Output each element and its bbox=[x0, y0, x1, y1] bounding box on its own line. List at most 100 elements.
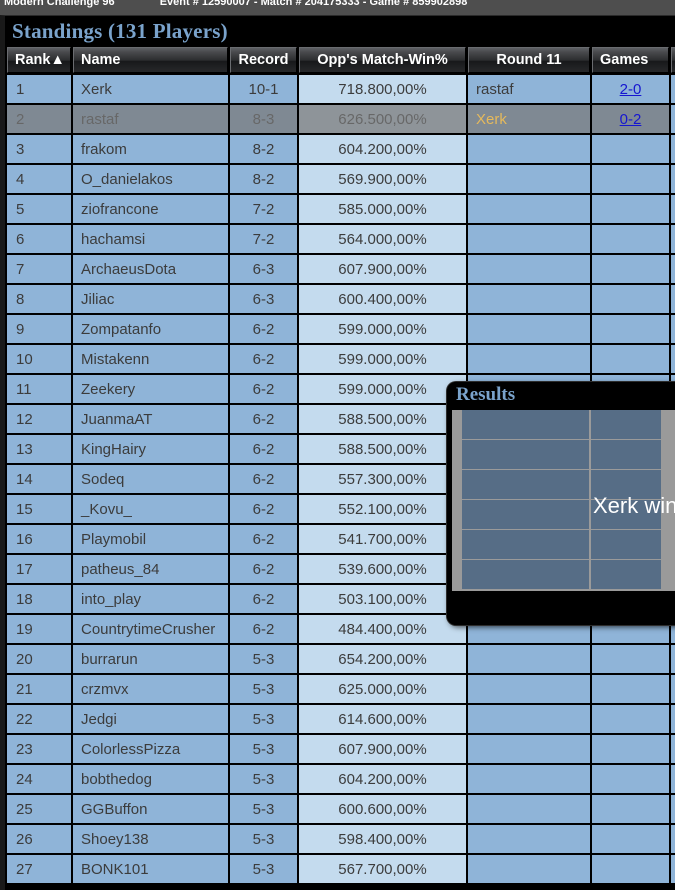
cell-opp-match-win: 625.000,00% bbox=[299, 675, 466, 703]
cell-opp-match-win: 626.500,00% bbox=[299, 105, 466, 133]
cell-record: 6-2 bbox=[230, 345, 297, 373]
cell-games bbox=[592, 345, 669, 373]
cell-filler bbox=[671, 315, 675, 343]
results-cell-2 bbox=[462, 410, 589, 439]
column-header-games[interactable]: Games bbox=[592, 47, 669, 73]
cell-rank: 21 bbox=[7, 675, 71, 703]
table-row[interactable]: 5 ziofrancone 7-2 585.000,00% bbox=[7, 195, 675, 223]
results-row bbox=[452, 440, 675, 469]
table-row[interactable]: 1 Xerk 10-1 718.800,00% rastaf 2-0 bbox=[7, 75, 675, 103]
cell-record: 6-2 bbox=[230, 585, 297, 613]
cell-name: Xerk bbox=[73, 75, 228, 103]
cell-rank: 6 bbox=[7, 225, 71, 253]
cell-record: 5-3 bbox=[230, 765, 297, 793]
cell-record: 6-2 bbox=[230, 555, 297, 583]
table-row[interactable]: 3 frakom 8-2 604.200,00% bbox=[7, 135, 675, 163]
results-popup[interactable]: Results Xerk win bbox=[447, 382, 675, 625]
cell-name: BONK101 bbox=[73, 855, 228, 883]
results-cell-3 bbox=[591, 470, 661, 499]
cell-round-11 bbox=[468, 255, 590, 283]
table-row[interactable]: 4 O_danielakos 8-2 569.900,00% bbox=[7, 165, 675, 193]
cell-round-11 bbox=[468, 675, 590, 703]
cell-opp-match-win: 567.700,00% bbox=[299, 855, 466, 883]
cell-rank: 10 bbox=[7, 345, 71, 373]
cell-games bbox=[592, 675, 669, 703]
column-header-round-11[interactable]: Round 11 bbox=[468, 47, 590, 73]
cell-games bbox=[592, 795, 669, 823]
cell-round-11 bbox=[468, 345, 590, 373]
results-row bbox=[452, 470, 675, 499]
cell-games bbox=[592, 705, 669, 733]
cell-games bbox=[592, 135, 669, 163]
results-row bbox=[452, 410, 675, 439]
cell-filler bbox=[671, 75, 675, 103]
cell-opp-match-win: 588.500,00% bbox=[299, 435, 466, 463]
cell-record: 6-3 bbox=[230, 285, 297, 313]
cell-filler bbox=[671, 795, 675, 823]
table-row[interactable]: 9 Zompatanfo 6-2 599.000,00% bbox=[7, 315, 675, 343]
cell-opp-match-win: 585.000,00% bbox=[299, 195, 466, 223]
table-row[interactable]: 27 BONK101 5-3 567.700,00% bbox=[7, 855, 675, 883]
games-result-link[interactable]: 0-2 bbox=[620, 111, 642, 128]
results-cell-1 bbox=[452, 500, 460, 529]
cell-filler bbox=[671, 285, 675, 313]
table-row[interactable]: 24 bobthedog 5-3 604.200,00% bbox=[7, 765, 675, 793]
table-row[interactable]: 20 burrarun 5-3 654.200,00% bbox=[7, 645, 675, 673]
table-row[interactable]: 10 Mistakenn 6-2 599.000,00% bbox=[7, 345, 675, 373]
cell-rank: 19 bbox=[7, 615, 71, 643]
cell-record: 5-3 bbox=[230, 855, 297, 883]
cell-record: 8-3 bbox=[230, 105, 297, 133]
cell-name: frakom bbox=[73, 135, 228, 163]
cell-rank: 26 bbox=[7, 825, 71, 853]
cell-round-11 bbox=[468, 855, 590, 883]
table-row[interactable]: 21 crzmvx 5-3 625.000,00% bbox=[7, 675, 675, 703]
cell-opp-match-win: 598.400,00% bbox=[299, 825, 466, 853]
cell-record: 10-1 bbox=[230, 75, 297, 103]
cell-name: CountrytimeCrusher bbox=[73, 615, 228, 643]
cell-name: JuanmaAT bbox=[73, 405, 228, 433]
column-header-record[interactable]: Record bbox=[230, 47, 297, 73]
table-row[interactable]: 22 Jedgi 5-3 614.600,00% bbox=[7, 705, 675, 733]
cell-round-11 bbox=[468, 645, 590, 673]
cell-games bbox=[592, 255, 669, 283]
cell-rank: 3 bbox=[7, 135, 71, 163]
cell-round-11 bbox=[468, 285, 590, 313]
cell-record: 7-2 bbox=[230, 195, 297, 223]
cell-name: O_danielakos bbox=[73, 165, 228, 193]
cell-name: bobthedog bbox=[73, 765, 228, 793]
standings-heading: Standings (131 Players) bbox=[5, 16, 675, 46]
column-header-rank[interactable]: Rank▲ bbox=[7, 47, 71, 73]
cell-rank: 2 bbox=[7, 105, 71, 133]
cell-record: 8-2 bbox=[230, 135, 297, 163]
table-header-row: Rank▲ Name Record Opp's Match-Win% Round… bbox=[7, 47, 675, 73]
cell-name: patheus_84 bbox=[73, 555, 228, 583]
results-cell-1 bbox=[452, 470, 460, 499]
table-row[interactable]: 6 hachamsi 7-2 564.000,00% bbox=[7, 225, 675, 253]
cell-games bbox=[592, 645, 669, 673]
results-popup-title: Results bbox=[447, 382, 675, 408]
table-row[interactable]: 23 ColorlessPizza 5-3 607.900,00% bbox=[7, 735, 675, 763]
column-header-name[interactable]: Name bbox=[73, 47, 228, 73]
cell-games bbox=[592, 165, 669, 193]
cell-round-11 bbox=[468, 795, 590, 823]
cell-opp-match-win: 599.000,00% bbox=[299, 345, 466, 373]
results-cell-2 bbox=[462, 560, 589, 589]
games-result-link[interactable]: 2-0 bbox=[620, 81, 642, 98]
cell-record: 6-2 bbox=[230, 435, 297, 463]
table-row[interactable]: 8 Jiliac 6-3 600.400,00% bbox=[7, 285, 675, 313]
cell-rank: 17 bbox=[7, 555, 71, 583]
column-header-opp-match-win[interactable]: Opp's Match-Win% bbox=[299, 47, 466, 73]
cell-name: KingHairy bbox=[73, 435, 228, 463]
cell-filler bbox=[671, 645, 675, 673]
cell-opp-match-win: 599.000,00% bbox=[299, 315, 466, 343]
table-row[interactable]: 7 ArchaeusDota 6-3 607.900,00% bbox=[7, 255, 675, 283]
results-cell-1 bbox=[452, 530, 460, 559]
cell-filler bbox=[671, 705, 675, 733]
cell-rank: 25 bbox=[7, 795, 71, 823]
table-row[interactable]: 26 Shoey138 5-3 598.400,00% bbox=[7, 825, 675, 853]
cell-opp-match-win: 604.200,00% bbox=[299, 765, 466, 793]
results-popup-footer bbox=[447, 591, 675, 625]
table-row[interactable]: 2 rastaf 8-3 626.500,00% Xerk 0-2 bbox=[7, 105, 675, 133]
cell-games bbox=[592, 225, 669, 253]
table-row[interactable]: 25 GGBuffon 5-3 600.600,00% bbox=[7, 795, 675, 823]
